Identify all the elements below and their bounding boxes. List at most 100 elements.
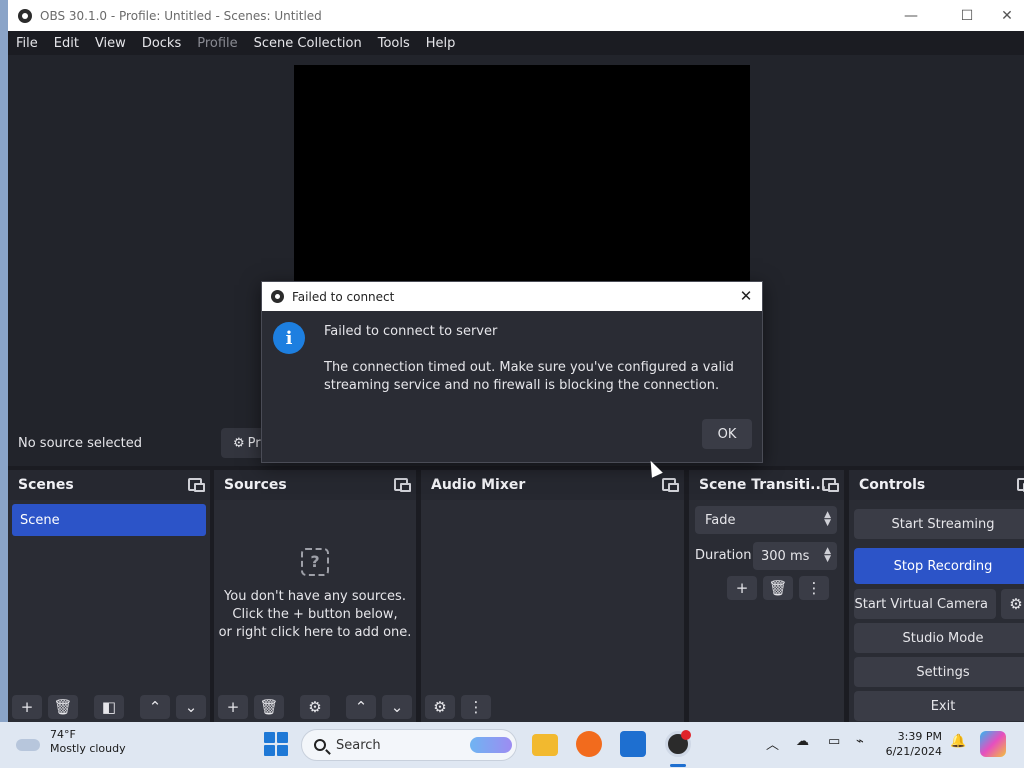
notification-bell-icon[interactable]: 🔔: [950, 734, 966, 749]
scenes-dock: Scenes Scene + 🗑 ◧ ⌃ ⌄: [8, 470, 210, 722]
windows-taskbar: 74°F Mostly cloudy Search ︿ ☁ ▭ ⌁ 3:39 P…: [0, 722, 1024, 768]
failed-to-connect-dialog: Failed to connect ✕ i Failed to connect …: [261, 281, 763, 463]
dialog-message: The connection timed out. Make sure you'…: [324, 359, 744, 395]
close-window-button[interactable]: ✕: [984, 0, 1024, 31]
controls-dock: Controls Start Streaming Stop Recording …: [849, 470, 1024, 722]
sources-empty-line: Click the + button below,: [232, 607, 398, 622]
menu-view[interactable]: View: [87, 36, 134, 51]
file-explorer-icon[interactable]: [532, 734, 558, 756]
question-mark-icon: ?: [301, 548, 329, 576]
display-icon[interactable]: ▭: [828, 734, 840, 749]
sources-empty-line: or right click here to add one.: [218, 625, 412, 640]
undock-icon[interactable]: [1017, 478, 1024, 492]
chevron-up-icon[interactable]: ︿: [766, 734, 779, 753]
menu-file[interactable]: File: [8, 36, 46, 51]
scenes-toolbar: + 🗑 ◧ ⌃ ⌄: [8, 692, 210, 722]
obs-logo-icon: [271, 290, 284, 303]
start-virtual-camera-button[interactable]: Start Virtual Camera: [854, 589, 996, 619]
start-streaming-button[interactable]: Start Streaming: [854, 509, 1024, 539]
sources-toolbar: + 🗑 ⚙ ⌃ ⌄: [214, 692, 416, 722]
clock-date: 6/21/2024: [885, 745, 942, 758]
copilot-icon[interactable]: [980, 731, 1006, 757]
active-app-indicator: [670, 764, 686, 767]
taskbar-search-label: Search: [336, 737, 381, 753]
add-scene-button[interactable]: +: [12, 695, 42, 719]
dialog-close-button[interactable]: ✕: [738, 287, 754, 305]
undock-icon[interactable]: [662, 478, 679, 492]
menu-scene-collection[interactable]: Scene Collection: [246, 36, 370, 51]
remove-transition-button[interactable]: 🗑: [763, 576, 793, 600]
window-title: OBS 30.1.0 - Profile: Untitled - Scenes:…: [40, 8, 322, 23]
transition-select[interactable]: Fade ▲ ▼: [695, 506, 837, 534]
onedrive-offline-icon[interactable]: ☁: [796, 734, 809, 749]
remove-source-button[interactable]: 🗑: [254, 695, 284, 719]
microsoft-store-icon[interactable]: [620, 731, 646, 757]
sources-dock-header: Sources: [214, 470, 416, 500]
move-scene-up-button[interactable]: ⌃: [140, 695, 170, 719]
transition-selected-value: Fade: [705, 512, 736, 528]
menu-tools[interactable]: Tools: [370, 36, 418, 51]
move-scene-down-button[interactable]: ⌄: [176, 695, 206, 719]
info-icon: i: [273, 322, 305, 354]
gear-icon: ⚙: [1009, 595, 1023, 613]
move-source-down-button[interactable]: ⌄: [382, 695, 412, 719]
audio-mixer-dock-header: Audio Mixer: [421, 470, 684, 500]
add-transition-button[interactable]: +: [727, 576, 757, 600]
windows-start-icon[interactable]: [264, 732, 288, 756]
transition-toolbar: + 🗑 ⋮: [727, 576, 829, 600]
network-icon[interactable]: ⌁: [856, 734, 864, 749]
menu-bar: File Edit View Docks Profile Scene Colle…: [8, 31, 1024, 55]
menu-profile[interactable]: Profile: [189, 36, 245, 51]
taskbar-clock[interactable]: 3:39 PM 6/21/2024: [880, 729, 942, 759]
menu-docks[interactable]: Docks: [134, 36, 189, 51]
scene-list-item[interactable]: Scene: [12, 504, 206, 536]
dialog-message-line: streaming service and no firewall is blo…: [324, 378, 720, 393]
obs-logo-icon: [18, 8, 32, 23]
no-source-label: No source selected: [18, 436, 142, 451]
title-bar[interactable]: OBS 30.1.0 - Profile: Untitled - Scenes:…: [8, 0, 1024, 31]
controls-dock-header: Controls: [849, 470, 1024, 500]
transition-menu-button[interactable]: ⋮: [799, 576, 829, 600]
move-source-up-button[interactable]: ⌃: [346, 695, 376, 719]
weather-widget[interactable]: 74°F Mostly cloudy: [16, 728, 126, 756]
minimize-button[interactable]: —: [888, 0, 934, 31]
exit-button[interactable]: Exit: [854, 691, 1024, 721]
gear-icon: ⚙: [233, 435, 245, 451]
sources-dock-title: Sources: [224, 477, 287, 493]
weather-temperature: 74°F: [50, 728, 76, 741]
undock-icon[interactable]: [188, 478, 205, 492]
dialog-title-bar[interactable]: Failed to connect ✕: [262, 282, 762, 311]
duration-value: 300 ms: [761, 548, 810, 564]
duration-spinbox[interactable]: 300 ms ▲ ▼: [753, 542, 837, 570]
add-source-button[interactable]: +: [218, 695, 248, 719]
virtual-camera-settings-button[interactable]: ⚙: [1001, 589, 1024, 619]
advanced-audio-settings-button[interactable]: ⚙: [425, 695, 455, 719]
studio-mode-button[interactable]: Studio Mode: [854, 623, 1024, 653]
scene-filters-button[interactable]: ◧: [94, 695, 124, 719]
ok-button[interactable]: OK: [702, 419, 752, 449]
sources-dock[interactable]: Sources ? You don't have any sources. Cl…: [214, 470, 416, 722]
spin-arrows-icon[interactable]: ▲ ▼: [824, 547, 831, 564]
controls-dock-title: Controls: [859, 477, 926, 493]
dialog-title: Failed to connect: [292, 289, 395, 304]
firefox-icon[interactable]: [576, 731, 602, 757]
undock-icon[interactable]: [822, 478, 839, 492]
settings-button[interactable]: Settings: [854, 657, 1024, 687]
scene-transitions-dock: Scene Transiti... Fade ▲ ▼ Duration 300 m…: [689, 470, 844, 722]
recording-badge-icon: [681, 730, 691, 740]
source-properties-button[interactable]: ⚙: [300, 695, 330, 719]
search-icon: [314, 739, 326, 751]
audio-mixer-menu-button[interactable]: ⋮: [461, 695, 491, 719]
taskbar-search-box[interactable]: Search: [301, 729, 517, 761]
audio-mixer-dock: Audio Mixer ⚙ ⋮: [421, 470, 684, 722]
audio-mixer-toolbar: ⚙ ⋮: [421, 692, 684, 722]
duration-label: Duration: [695, 548, 752, 563]
remove-scene-button[interactable]: 🗑: [48, 695, 78, 719]
undock-icon[interactable]: [394, 478, 411, 492]
stop-recording-button[interactable]: Stop Recording: [854, 548, 1024, 584]
sources-empty-message: ? You don't have any sources. Click the …: [214, 548, 416, 642]
menu-help[interactable]: Help: [418, 36, 464, 51]
menu-edit[interactable]: Edit: [46, 36, 87, 51]
properties-label: Pr: [247, 435, 261, 451]
chevron-updown-icon: ▲ ▼: [824, 510, 831, 528]
